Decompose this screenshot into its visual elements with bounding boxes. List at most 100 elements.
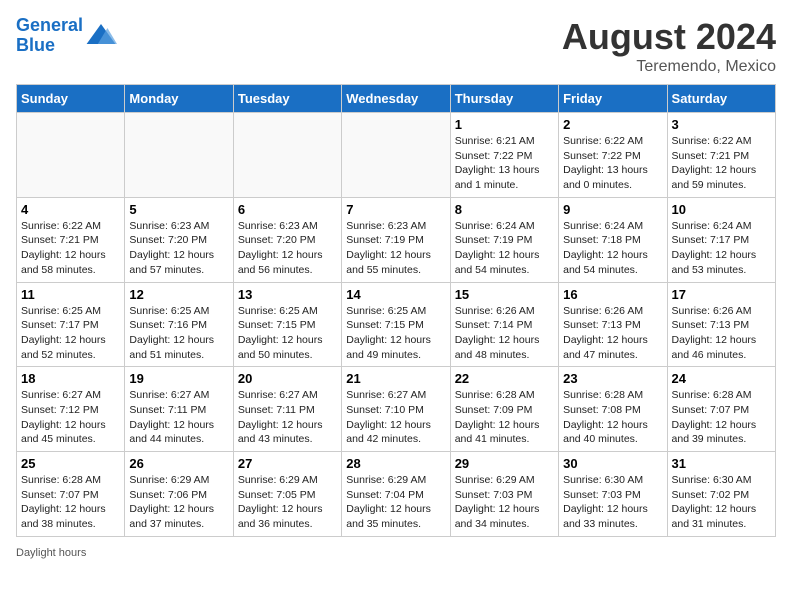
day-info: Sunrise: 6:29 AM Sunset: 7:06 PM Dayligh…	[129, 473, 228, 532]
day-number: 31	[672, 456, 771, 471]
day-number: 25	[21, 456, 120, 471]
day-number: 1	[455, 117, 554, 132]
day-info: Sunrise: 6:26 AM Sunset: 7:14 PM Dayligh…	[455, 304, 554, 363]
day-info: Sunrise: 6:26 AM Sunset: 7:13 PM Dayligh…	[563, 304, 662, 363]
day-number: 16	[563, 287, 662, 302]
calendar-cell: 15 Sunrise: 6:26 AM Sunset: 7:14 PM Dayli…	[450, 282, 558, 367]
day-number: 29	[455, 456, 554, 471]
calendar-cell: 12Sunrise: 6:25 AM Sunset: 7:16 PM Dayli…	[125, 282, 233, 367]
calendar-cell	[17, 113, 125, 198]
day-info: Sunrise: 6:28 AM Sunset: 7:07 PM Dayligh…	[21, 473, 120, 532]
calendar-cell: 22Sunrise: 6:28 AM Sunset: 7:09 PM Dayli…	[450, 367, 558, 452]
calendar-cell: 18 Sunrise: 6:27 AM Sunset: 7:12 PM Dayli…	[17, 367, 125, 452]
day-number: 14	[346, 287, 445, 302]
calendar-cell: 20 Sunrise: 6:27 AM Sunset: 7:11 PM Dayli…	[233, 367, 341, 452]
day-info: Sunrise: 6:23 AM Sunset: 7:20 PM Dayligh…	[238, 219, 337, 278]
calendar-footer: Daylight hours	[16, 547, 776, 559]
calendar-week-1: 1 Sunrise: 6:21 AM Sunset: 7:22 PM Daylig…	[17, 113, 776, 198]
day-info: Sunrise: 6:23 AM Sunset: 7:20 PM Dayligh…	[129, 219, 228, 278]
calendar-week-4: 18 Sunrise: 6:27 AM Sunset: 7:12 PM Dayli…	[17, 367, 776, 452]
day-info: Sunrise: 6:28 AM Sunset: 7:07 PM Dayligh…	[672, 388, 771, 447]
day-info: Sunrise: 6:27 AM Sunset: 7:12 PM Dayligh…	[21, 388, 120, 447]
day-info: Sunrise: 6:22 AM Sunset: 7:21 PM Dayligh…	[21, 219, 120, 278]
day-info: Sunrise: 6:21 AM Sunset: 7:22 PM Dayligh…	[455, 134, 554, 193]
calendar-cell: 1 Sunrise: 6:21 AM Sunset: 7:22 PM Daylig…	[450, 113, 558, 198]
calendar-cell: 16 Sunrise: 6:26 AM Sunset: 7:13 PM Dayli…	[559, 282, 667, 367]
title-block: August 2024 Teremendo, Mexico	[562, 16, 776, 76]
calendar-cell: 25 Sunrise: 6:28 AM Sunset: 7:07 PM Dayli…	[17, 452, 125, 537]
logo-text: General Blue	[16, 16, 83, 56]
day-info: Sunrise: 6:27 AM Sunset: 7:10 PM Dayligh…	[346, 388, 445, 447]
day-info: Sunrise: 6:25 AM Sunset: 7:15 PM Dayligh…	[238, 304, 337, 363]
day-info: Sunrise: 6:24 AM Sunset: 7:19 PM Dayligh…	[455, 219, 554, 278]
day-info: Sunrise: 6:22 AM Sunset: 7:22 PM Dayligh…	[563, 134, 662, 193]
day-number: 18	[21, 371, 120, 386]
day-number: 2	[563, 117, 662, 132]
day-number: 6	[238, 202, 337, 217]
calendar-cell: 6 Sunrise: 6:23 AM Sunset: 7:20 PM Daylig…	[233, 197, 341, 282]
day-number: 9	[563, 202, 662, 217]
day-header-wednesday: Wednesday	[342, 85, 450, 113]
day-number: 5	[129, 202, 228, 217]
calendar-header-row: SundayMondayTuesdayWednesdayThursdayFrid…	[17, 85, 776, 113]
calendar-cell: 19 Sunrise: 6:27 AM Sunset: 7:11 PM Dayli…	[125, 367, 233, 452]
day-number: 20	[238, 371, 337, 386]
day-info: Sunrise: 6:25 AM Sunset: 7:17 PM Dayligh…	[21, 304, 120, 363]
calendar-title: August 2024	[562, 16, 776, 58]
calendar-cell: 28Sunrise: 6:29 AM Sunset: 7:04 PM Dayli…	[342, 452, 450, 537]
calendar-table: SundayMondayTuesdayWednesdayThursdayFrid…	[16, 84, 776, 537]
day-info: Sunrise: 6:28 AM Sunset: 7:08 PM Dayligh…	[563, 388, 662, 447]
day-info: Sunrise: 6:22 AM Sunset: 7:21 PM Dayligh…	[672, 134, 771, 193]
day-info: Sunrise: 6:24 AM Sunset: 7:18 PM Dayligh…	[563, 219, 662, 278]
day-info: Sunrise: 6:25 AM Sunset: 7:15 PM Dayligh…	[346, 304, 445, 363]
calendar-week-3: 11Sunrise: 6:25 AM Sunset: 7:17 PM Dayli…	[17, 282, 776, 367]
day-number: 13	[238, 287, 337, 302]
day-info: Sunrise: 6:26 AM Sunset: 7:13 PM Dayligh…	[672, 304, 771, 363]
calendar-cell: 14 Sunrise: 6:25 AM Sunset: 7:15 PM Dayli…	[342, 282, 450, 367]
day-info: Sunrise: 6:27 AM Sunset: 7:11 PM Dayligh…	[238, 388, 337, 447]
day-header-friday: Friday	[559, 85, 667, 113]
day-number: 28	[346, 456, 445, 471]
day-number: 24	[672, 371, 771, 386]
day-info: Sunrise: 6:27 AM Sunset: 7:11 PM Dayligh…	[129, 388, 228, 447]
day-info: Sunrise: 6:24 AM Sunset: 7:17 PM Dayligh…	[672, 219, 771, 278]
day-info: Sunrise: 6:29 AM Sunset: 7:05 PM Dayligh…	[238, 473, 337, 532]
page-header: General Blue August 2024 Teremendo, Mexi…	[16, 16, 776, 76]
calendar-cell	[125, 113, 233, 198]
logo-icon	[85, 20, 117, 52]
day-number: 7	[346, 202, 445, 217]
day-number: 23	[563, 371, 662, 386]
day-number: 26	[129, 456, 228, 471]
day-number: 8	[455, 202, 554, 217]
day-info: Sunrise: 6:29 AM Sunset: 7:03 PM Dayligh…	[455, 473, 554, 532]
calendar-cell: 8 Sunrise: 6:24 AM Sunset: 7:19 PM Daylig…	[450, 197, 558, 282]
day-info: Sunrise: 6:30 AM Sunset: 7:02 PM Dayligh…	[672, 473, 771, 532]
day-info: Sunrise: 6:25 AM Sunset: 7:16 PM Dayligh…	[129, 304, 228, 363]
calendar-cell: 7Sunrise: 6:23 AM Sunset: 7:19 PM Daylig…	[342, 197, 450, 282]
calendar-cell: 31 Sunrise: 6:30 AM Sunset: 7:02 PM Dayli…	[667, 452, 775, 537]
day-number: 21	[346, 371, 445, 386]
day-number: 4	[21, 202, 120, 217]
day-info: Sunrise: 6:30 AM Sunset: 7:03 PM Dayligh…	[563, 473, 662, 532]
calendar-cell: 10Sunrise: 6:24 AM Sunset: 7:17 PM Dayli…	[667, 197, 775, 282]
day-number: 27	[238, 456, 337, 471]
day-number: 19	[129, 371, 228, 386]
day-number: 17	[672, 287, 771, 302]
calendar-cell: 2 Sunrise: 6:22 AM Sunset: 7:22 PM Daylig…	[559, 113, 667, 198]
page-container: General Blue August 2024 Teremendo, Mexi…	[16, 16, 776, 559]
day-number: 30	[563, 456, 662, 471]
calendar-week-2: 4 Sunrise: 6:22 AM Sunset: 7:21 PM Daylig…	[17, 197, 776, 282]
day-number: 15	[455, 287, 554, 302]
calendar-cell	[342, 113, 450, 198]
calendar-cell: 5 Sunrise: 6:23 AM Sunset: 7:20 PM Daylig…	[125, 197, 233, 282]
calendar-cell: 24 Sunrise: 6:28 AM Sunset: 7:07 PM Dayli…	[667, 367, 775, 452]
calendar-cell: 11Sunrise: 6:25 AM Sunset: 7:17 PM Dayli…	[17, 282, 125, 367]
calendar-cell: 27 Sunrise: 6:29 AM Sunset: 7:05 PM Dayli…	[233, 452, 341, 537]
calendar-cell: 13 Sunrise: 6:25 AM Sunset: 7:15 PM Dayli…	[233, 282, 341, 367]
calendar-cell: 21 Sunrise: 6:27 AM Sunset: 7:10 PM Dayli…	[342, 367, 450, 452]
calendar-cell	[233, 113, 341, 198]
day-header-saturday: Saturday	[667, 85, 775, 113]
calendar-cell: 30 Sunrise: 6:30 AM Sunset: 7:03 PM Dayli…	[559, 452, 667, 537]
calendar-week-5: 25 Sunrise: 6:28 AM Sunset: 7:07 PM Dayli…	[17, 452, 776, 537]
calendar-cell: 23 Sunrise: 6:28 AM Sunset: 7:08 PM Dayli…	[559, 367, 667, 452]
